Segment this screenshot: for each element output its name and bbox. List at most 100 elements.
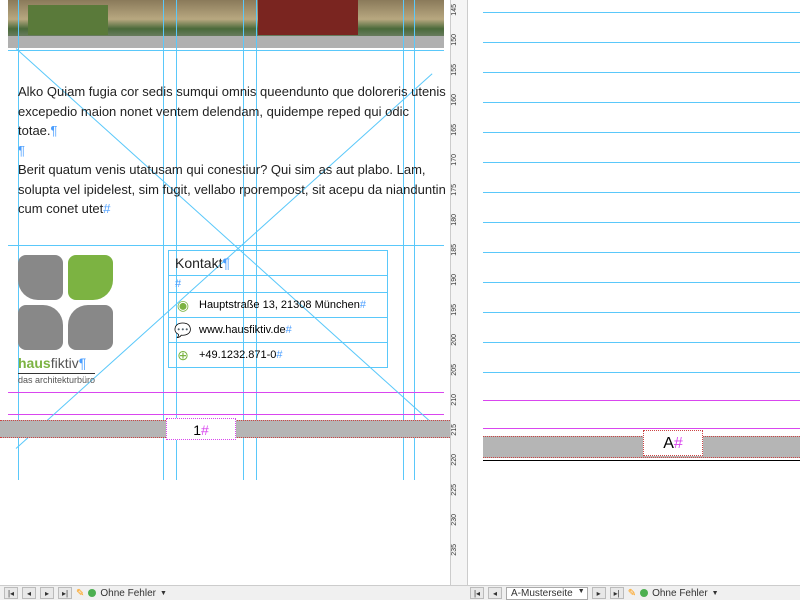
logo-wordmark: hausfiktiv¶ xyxy=(18,355,86,371)
master-page-marker[interactable]: A# xyxy=(643,430,703,456)
logo-text-accent: haus xyxy=(18,355,51,371)
page-dropdown[interactable]: A-Musterseite xyxy=(506,587,588,600)
column-guide[interactable] xyxy=(403,0,404,480)
ruler-tick: 170 xyxy=(451,154,467,166)
pencil-icon: ✎ xyxy=(76,588,84,599)
column-guide[interactable] xyxy=(18,0,19,480)
logo-shape xyxy=(68,305,113,350)
logo-frame[interactable]: hausfiktiv¶ das architekturbüro xyxy=(18,255,153,385)
column-guide[interactable] xyxy=(176,0,177,480)
ruler-tick: 185 xyxy=(451,244,467,256)
ruler-tick: 225 xyxy=(451,484,467,496)
page-dropdown-label: A-Musterseite xyxy=(511,588,573,599)
contact-row: ◉ Hauptstraße 13, 21308 München# xyxy=(169,293,387,318)
status-bar: |◂ ◂ ▸ ▸| ✎ Ohne Fehler ▼ |◂ ◂ A-Musters… xyxy=(0,585,800,600)
chat-icon: 💬 xyxy=(175,322,191,338)
preflight-status[interactable]: Ohne Fehler xyxy=(100,588,156,599)
ruler-tick: 210 xyxy=(451,394,467,406)
row-guide[interactable] xyxy=(483,282,800,283)
page-spread-left: Alko Quiam fugia cor sedis sumqui omnis … xyxy=(8,0,444,480)
row-guide[interactable] xyxy=(483,342,800,343)
row-guide[interactable] xyxy=(483,42,800,43)
vertical-ruler[interactable]: 145 150 155 160 165 170 175 180 185 190 … xyxy=(450,0,468,585)
column-guide[interactable] xyxy=(163,0,164,480)
contact-row: 💬 www.hausfiktiv.de# xyxy=(169,318,387,343)
margin-guide[interactable] xyxy=(483,400,800,401)
map-pin-icon: ◉ xyxy=(175,297,191,313)
body-text-frame[interactable]: Alko Quiam fugia cor sedis sumqui omnis … xyxy=(18,82,448,219)
ruler-tick: 215 xyxy=(451,424,467,436)
address-text: Hauptstraße 13, 21308 München xyxy=(199,299,360,311)
bleed-bar xyxy=(483,436,800,458)
row-guide[interactable] xyxy=(483,252,800,253)
row-guide[interactable] xyxy=(8,50,444,51)
ruler-tick: 175 xyxy=(451,184,467,196)
empty-cell: # xyxy=(169,276,387,293)
ruler-tick: 235 xyxy=(451,544,467,556)
right-document-panel[interactable]: A# xyxy=(468,0,800,585)
row-guide[interactable] xyxy=(483,102,800,103)
paragraph-text: Alko Quiam fugia cor sedis sumqui omnis … xyxy=(18,84,446,138)
last-page-button[interactable]: ▸| xyxy=(610,587,624,599)
web-text: www.hausfiktiv.de xyxy=(199,324,286,336)
page-number: 1 xyxy=(193,422,201,438)
next-page-button[interactable]: ▸ xyxy=(592,587,606,599)
row-guide[interactable] xyxy=(483,162,800,163)
row-guide[interactable] xyxy=(8,245,444,246)
row-guide[interactable] xyxy=(483,12,800,13)
row-guide[interactable] xyxy=(483,312,800,313)
chevron-down-icon[interactable]: ▼ xyxy=(160,590,167,597)
image-detail xyxy=(28,5,108,35)
page-number-frame[interactable]: 1# xyxy=(166,418,236,440)
page-edge xyxy=(483,460,800,461)
pilcrow-icon: ¶ xyxy=(222,255,230,271)
row-guide[interactable] xyxy=(483,192,800,193)
ruler-tick: 200 xyxy=(451,334,467,346)
contact-table[interactable]: Kontakt¶ # ◉ Hauptstraße 13, 21308 Münch… xyxy=(168,250,388,368)
prev-page-button[interactable]: ◂ xyxy=(22,587,36,599)
next-page-button[interactable]: ▸ xyxy=(40,587,54,599)
left-document-panel[interactable]: Alko Quiam fugia cor sedis sumqui omnis … xyxy=(0,0,450,585)
column-guide[interactable] xyxy=(256,0,257,480)
overset-icon: # xyxy=(103,201,110,216)
contact-heading: Kontakt¶ xyxy=(169,251,387,276)
globe-icon: ⊕ xyxy=(175,347,191,363)
status-ok-icon xyxy=(640,589,648,597)
page-marker: A xyxy=(663,435,674,452)
last-page-button[interactable]: ▸| xyxy=(58,587,72,599)
row-guide[interactable] xyxy=(483,372,800,373)
row-guide[interactable] xyxy=(483,72,800,73)
ruler-tick: 180 xyxy=(451,214,467,226)
prev-page-button[interactable]: ◂ xyxy=(488,587,502,599)
row-guide[interactable] xyxy=(483,222,800,223)
hero-image xyxy=(8,0,444,48)
preflight-status[interactable]: Ohne Fehler xyxy=(652,588,708,599)
end-mark-icon: # xyxy=(674,435,683,452)
page-nav-left: |◂ ◂ ▸ ▸| ✎ Ohne Fehler ▼ xyxy=(0,587,167,599)
chevron-down-icon[interactable]: ▼ xyxy=(712,590,719,597)
workspace: Alko Quiam fugia cor sedis sumqui omnis … xyxy=(0,0,800,585)
paragraph-text: Berit quatum venis utatusam qui conestiu… xyxy=(18,162,446,216)
logo-shape xyxy=(18,305,63,350)
status-ok-icon xyxy=(88,589,96,597)
logo-shape xyxy=(18,255,63,300)
pilcrow-icon: ¶ xyxy=(18,143,25,158)
ruler-tick: 205 xyxy=(451,364,467,376)
image-detail xyxy=(258,0,358,35)
ruler-tick: 190 xyxy=(451,274,467,286)
end-mark-icon: # xyxy=(201,422,209,438)
first-page-button[interactable]: |◂ xyxy=(4,587,18,599)
logo-text: fiktiv xyxy=(51,355,79,371)
phone-text: +49.1232.871-0 xyxy=(199,349,276,361)
pilcrow-icon: ¶ xyxy=(51,123,58,138)
first-page-button[interactable]: |◂ xyxy=(470,587,484,599)
margin-guide[interactable] xyxy=(8,392,444,393)
ruler-tick: 150 xyxy=(451,34,467,46)
row-guide[interactable] xyxy=(483,132,800,133)
pilcrow-icon: ¶ xyxy=(79,355,87,371)
ruler-tick: 155 xyxy=(451,64,467,76)
column-guide[interactable] xyxy=(243,0,244,480)
margin-guide[interactable] xyxy=(8,414,444,415)
margin-guide[interactable] xyxy=(483,428,800,429)
ruler-tick: 165 xyxy=(451,124,467,136)
